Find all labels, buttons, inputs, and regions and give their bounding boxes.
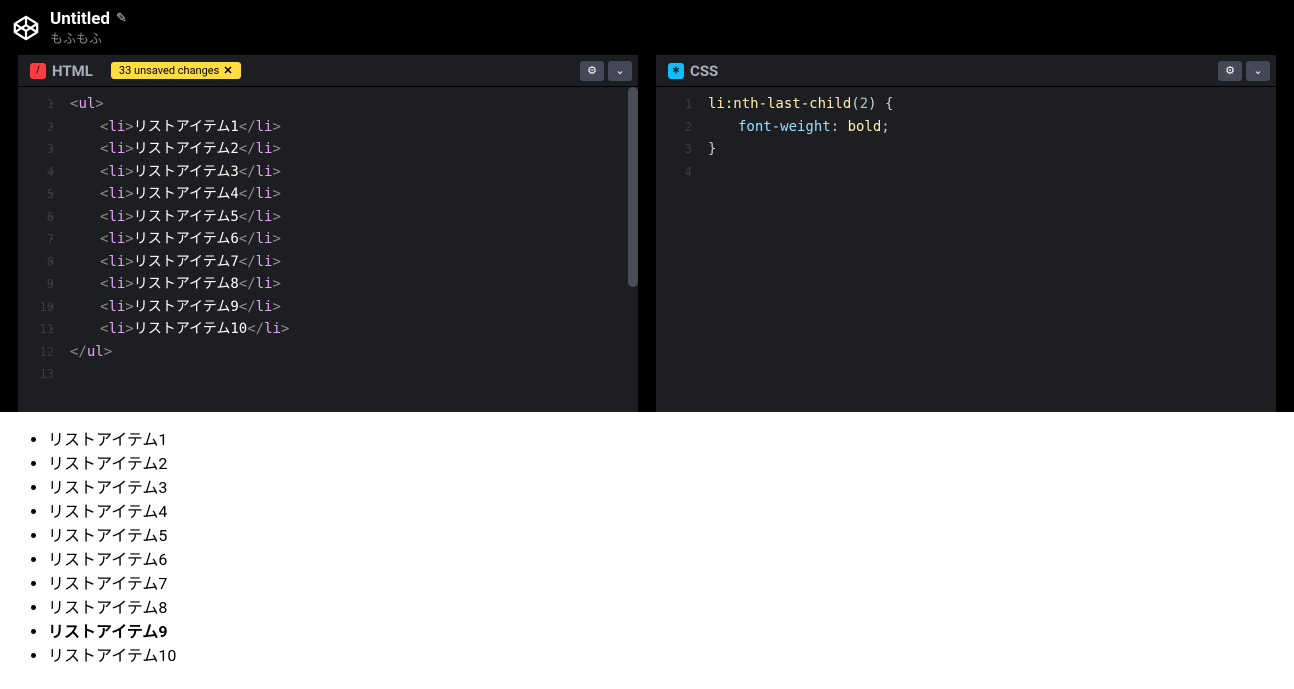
- gear-icon: ⚙: [587, 64, 597, 77]
- list-item: リストアイテム10: [48, 644, 1286, 668]
- css-icon: ∗: [668, 63, 684, 79]
- css-dropdown-button[interactable]: ⌄: [1246, 61, 1270, 81]
- html-icon: /: [30, 63, 46, 79]
- html-settings-button[interactable]: ⚙: [580, 61, 604, 81]
- unsaved-changes-badge[interactable]: 33 unsaved changes ✕: [111, 62, 241, 79]
- css-tab[interactable]: ∗ CSS: [656, 56, 730, 86]
- output-list: リストアイテム1リストアイテム2リストアイテム3リストアイテム4リストアイテム5…: [8, 428, 1286, 668]
- editors-container: / HTML 33 unsaved changes ✕ ⚙ ⌄ 1▸2▸3▸4▸…: [0, 55, 1294, 412]
- css-tab-label: CSS: [690, 62, 718, 80]
- chevron-down-icon: ⌄: [615, 64, 624, 77]
- html-panel-header: / HTML 33 unsaved changes ✕ ⚙ ⌄: [18, 55, 638, 87]
- scrollbar-thumb[interactable]: [628, 87, 638, 287]
- codepen-logo[interactable]: [12, 14, 40, 42]
- close-icon[interactable]: ✕: [223, 64, 232, 77]
- list-item: リストアイテム4: [48, 500, 1286, 524]
- css-settings-button[interactable]: ⚙: [1218, 61, 1242, 81]
- list-item: リストアイテム2: [48, 452, 1286, 476]
- pen-author[interactable]: もふもふ: [50, 28, 127, 47]
- html-code[interactable]: <ul><li>リストアイテム1</li><li>リストアイテム2</li><l…: [62, 87, 638, 412]
- list-item: リストアイテム7: [48, 572, 1286, 596]
- css-panel-header: ∗ CSS ⚙ ⌄: [656, 55, 1276, 87]
- title-block: Untitled ✎ もふもふ: [50, 9, 127, 47]
- edit-title-icon[interactable]: ✎: [116, 11, 127, 26]
- chevron-down-icon: ⌄: [1253, 64, 1262, 77]
- output-preview[interactable]: リストアイテム1リストアイテム2リストアイテム3リストアイテム4リストアイテム5…: [0, 412, 1294, 689]
- pen-title[interactable]: Untitled: [50, 9, 110, 29]
- list-item: リストアイテム6: [48, 548, 1286, 572]
- html-panel: / HTML 33 unsaved changes ✕ ⚙ ⌄ 1▸2▸3▸4▸…: [18, 55, 638, 412]
- list-item: リストアイテム3: [48, 476, 1286, 500]
- css-editor[interactable]: 1234 li:nth-last-child(2) {font-weight: …: [656, 87, 1276, 412]
- unsaved-text: 33 unsaved changes: [119, 64, 219, 77]
- list-item: リストアイテム1: [48, 428, 1286, 452]
- html-tab[interactable]: / HTML: [18, 56, 105, 86]
- css-gutter: 1234: [656, 87, 700, 412]
- list-item: リストアイテム5: [48, 524, 1286, 548]
- list-item: リストアイテム9: [48, 620, 1286, 644]
- html-dropdown-button[interactable]: ⌄: [608, 61, 632, 81]
- list-item: リストアイテム8: [48, 596, 1286, 620]
- gear-icon: ⚙: [1225, 64, 1235, 77]
- css-code[interactable]: li:nth-last-child(2) {font-weight: bold;…: [700, 87, 1276, 412]
- html-gutter: 1▸2▸3▸4▸5▸6▸7▸8▸9▸10▸11▸1213: [18, 87, 62, 412]
- html-tab-label: HTML: [52, 62, 93, 80]
- header-bar: Untitled ✎ もふもふ: [0, 0, 1294, 55]
- html-editor[interactable]: 1▸2▸3▸4▸5▸6▸7▸8▸9▸10▸11▸1213 <ul><li>リスト…: [18, 87, 638, 412]
- css-panel: ∗ CSS ⚙ ⌄ 1234 li:nth-last-child(2) {fon…: [656, 55, 1276, 412]
